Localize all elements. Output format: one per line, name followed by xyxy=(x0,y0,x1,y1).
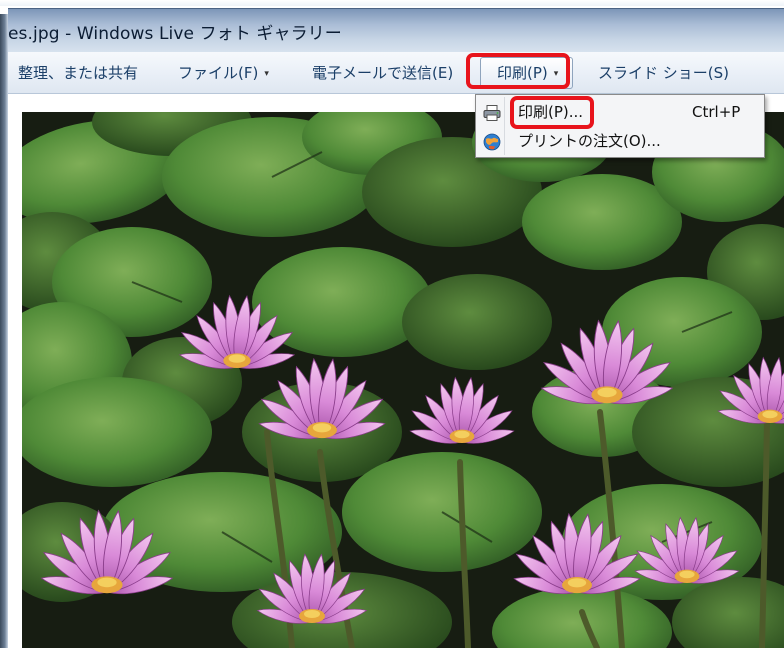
water-lilies-image xyxy=(22,112,784,648)
order-prints-globe-icon xyxy=(483,132,501,151)
slideshow-button[interactable]: スライド ショー(S) xyxy=(598,61,729,85)
file-menu-label: ファイル(F) xyxy=(178,64,259,82)
file-menu-button[interactable]: ファイル(F) ▾ xyxy=(178,61,269,85)
print-menu-button[interactable]: 印刷(P) ▾ xyxy=(480,57,574,89)
organize-share-button[interactable]: 整理、または共有 xyxy=(18,61,138,85)
print-dropdown-menu: 印刷(P)... Ctrl+P プリントの注文(O)... xyxy=(475,94,765,158)
menu-item-order-prints-label: プリントの注文(O)... xyxy=(518,132,661,150)
email-label: 電子メールで送信(E) xyxy=(312,64,454,82)
slideshow-label: スライド ショー(S) xyxy=(598,64,729,82)
command-bar: 整理、または共有 ファイル(F) ▾ 電子メールで送信(E) 印刷(P) ▾ スライ… xyxy=(8,52,784,94)
organize-share-label: 整理、または共有 xyxy=(18,64,139,82)
chevron-down-icon: ▾ xyxy=(553,69,559,79)
water-lilies-photo[interactable] xyxy=(22,112,784,648)
title-bar[interactable]: es.jpg - Windows Live フォト ギャラリー xyxy=(8,8,784,52)
photo-viewer xyxy=(8,94,784,648)
chevron-down-icon: ▾ xyxy=(264,69,269,79)
menu-item-print[interactable]: 印刷(P)... Ctrl+P xyxy=(478,98,762,126)
window-title: es.jpg - Windows Live フォト ギャラリー xyxy=(8,24,342,44)
window-top-edge xyxy=(0,0,784,6)
print-menu-label: 印刷(P) xyxy=(497,64,548,82)
printer-icon xyxy=(483,103,501,121)
menu-item-print-label: 印刷(P)... xyxy=(518,103,584,121)
email-button[interactable]: 電子メールで送信(E) xyxy=(312,61,453,85)
menu-item-order-prints[interactable]: プリントの注文(O)... xyxy=(478,127,762,155)
photo-gallery-window: es.jpg - Windows Live フォト ギャラリー 整理、または共有… xyxy=(0,0,784,648)
window-left-border xyxy=(0,14,8,648)
menu-item-print-shortcut: Ctrl+P xyxy=(692,103,741,121)
